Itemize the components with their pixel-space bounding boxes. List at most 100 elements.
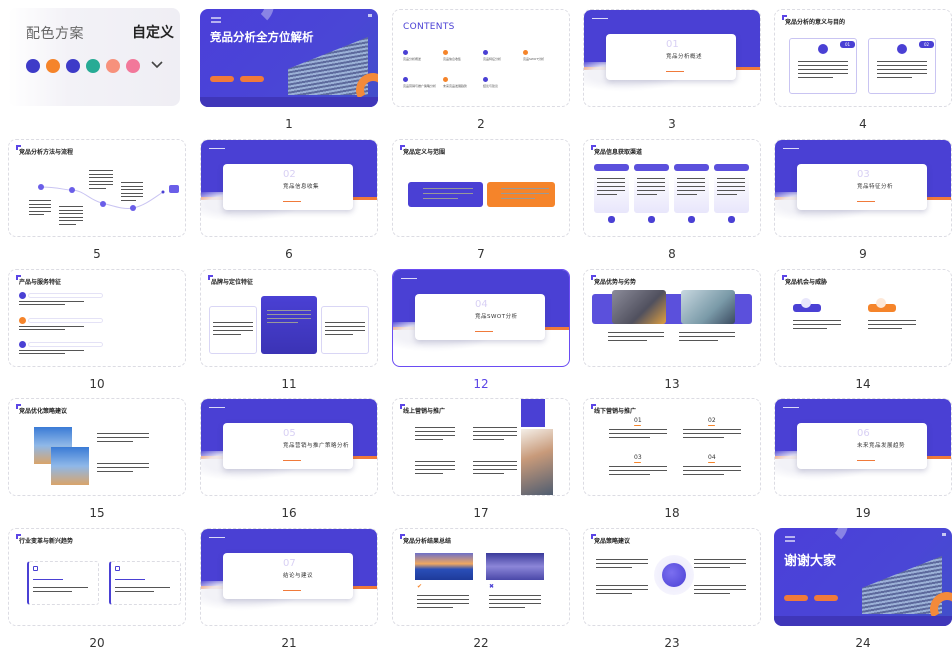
- contents-item-label: 竞品SWOT分析: [523, 57, 545, 61]
- slide-thumbnail-14[interactable]: 竞品机会与威胁: [774, 269, 952, 367]
- text-line: [89, 184, 113, 186]
- text-line: [29, 207, 51, 209]
- text-line: [473, 439, 504, 441]
- text-line: [694, 563, 746, 565]
- text-line: [597, 194, 617, 196]
- text-line: [89, 177, 113, 179]
- text-line: [597, 190, 625, 192]
- slide-thumbnail-16[interactable]: 05 竞品营销与推广策略分析: [200, 398, 378, 496]
- slide-thumbnail-10[interactable]: 产品与服务特征: [8, 269, 186, 367]
- step-node: [161, 190, 165, 194]
- slide-thumbnail-15[interactable]: 竞品优化策略建议: [8, 398, 186, 496]
- text-line: [677, 178, 705, 180]
- slide-thumbnail-19[interactable]: 06 未来竞品发展趋势: [774, 398, 952, 496]
- text-line: [473, 465, 517, 467]
- text-line: [29, 210, 51, 212]
- slide-thumbnail-9[interactable]: 03 竞品特征分析: [774, 139, 952, 237]
- section-number: 06: [857, 428, 870, 439]
- channel-icon: [608, 216, 615, 223]
- slide-thumbnail-1[interactable]: 竞品分析全方位解析: [200, 9, 378, 107]
- text-line: [89, 173, 113, 175]
- slide-thumbnail-11[interactable]: 品牌与定位特征: [200, 269, 378, 367]
- text-line: [717, 190, 745, 192]
- slide-thumbnail-6[interactable]: 02 竞品信息收集: [200, 139, 378, 237]
- sunset-photo: [415, 553, 473, 580]
- text-line: [473, 469, 517, 471]
- section-card: 07 结论与建议: [223, 553, 353, 599]
- contents-item-icon: [483, 50, 488, 55]
- text-line: [97, 441, 134, 443]
- text-line: [694, 559, 746, 561]
- slide-number: 18: [664, 506, 680, 520]
- slide-title: 竞品机会与威胁: [785, 279, 828, 286]
- text-line: [121, 189, 143, 191]
- text-line: [683, 433, 741, 435]
- slide-thumbnail-3[interactable]: 01 竞品分析概述: [583, 9, 761, 107]
- color-swatch-3[interactable]: [66, 59, 80, 73]
- slide-thumbnail-18[interactable]: 线下营销与推广 01 02 03 04: [583, 398, 761, 496]
- decorative-arc: [228, 9, 274, 27]
- chevron-down-icon[interactable]: [149, 56, 165, 72]
- title-underline: [666, 71, 684, 72]
- step-underline: [634, 425, 641, 426]
- text-line: [877, 65, 927, 67]
- section-title: 竞品分析概述: [666, 54, 703, 60]
- slide-number: 10: [89, 377, 105, 391]
- header-line: [592, 18, 608, 19]
- slide-thumbnail-23[interactable]: 竞品策略建议: [583, 528, 761, 626]
- text-line: [415, 431, 455, 433]
- color-swatch-1[interactable]: [26, 59, 40, 73]
- text-line: [501, 198, 535, 200]
- text-line: [489, 603, 541, 605]
- slide-thumbnail-17[interactable]: 线上营销与推广: [392, 398, 570, 496]
- slide-number: 21: [281, 636, 297, 650]
- text-line: [19, 301, 84, 303]
- color-swatch-4[interactable]: [86, 59, 100, 73]
- text-line: [793, 320, 841, 322]
- section-title: 竞品SWOT分析: [475, 314, 518, 320]
- section-number: 01: [666, 39, 679, 50]
- text-line: [694, 585, 746, 587]
- slide-thumbnail-20[interactable]: 行业变革与新兴趋势: [8, 528, 186, 626]
- card-icon: [897, 44, 907, 54]
- slide-thumbnail-21[interactable]: 07 结论与建议: [200, 528, 378, 626]
- text-line: [679, 336, 735, 338]
- color-swatch-6[interactable]: [126, 59, 140, 73]
- logo-icon: [211, 17, 221, 23]
- slide-thumbnail-4[interactable]: 竞品分析的意义与目的 01 02: [774, 9, 952, 107]
- text-line: [213, 326, 253, 328]
- custom-button[interactable]: 自定义: [132, 22, 174, 42]
- text-line: [596, 567, 633, 569]
- title-underline: [857, 201, 875, 202]
- logo-icon: [785, 536, 795, 542]
- slide-thumbnail-13[interactable]: 竞品优势与劣势: [583, 269, 761, 367]
- text-line: [121, 185, 143, 187]
- definition-card: [408, 182, 483, 207]
- slide-thumbnail-12[interactable]: 04 竞品SWOT分析: [392, 269, 570, 367]
- text-line: [608, 332, 664, 334]
- slide-thumbnail-8[interactable]: 竞品信息获取渠道: [583, 139, 761, 237]
- slide-thumbnail-2[interactable]: CONTENTS 竞品分析概述 竞品信息收集 竞品特征分析 竞品SWOT分析 竞品营销与推…: [392, 9, 570, 107]
- slide-thumbnail-5[interactable]: 竞品分析方法与流程: [8, 139, 186, 237]
- text-line: [694, 589, 746, 591]
- bottom-band: [774, 616, 952, 626]
- slide-number: 9: [859, 247, 867, 261]
- slide-thumbnail-24[interactable]: 谢谢大家: [774, 528, 952, 626]
- step-underline: [708, 462, 715, 463]
- contents-item-icon: [403, 50, 408, 55]
- slide-thumbnail-22[interactable]: 竞品分析结果总结 ✔ ✖: [392, 528, 570, 626]
- contents-item-label: 竞品分析概述: [403, 57, 422, 61]
- text-line: [677, 190, 705, 192]
- slide-number: 17: [473, 506, 489, 520]
- slide-title: 竞品优势与劣势: [594, 279, 637, 286]
- text-line: [793, 324, 841, 326]
- color-swatch-2[interactable]: [46, 59, 60, 73]
- slide-thumbnail-7[interactable]: 竞品定义与范围: [392, 139, 570, 237]
- card-badge: 02: [919, 41, 934, 48]
- text-line: [415, 469, 455, 471]
- text-line: [694, 567, 731, 569]
- color-swatch-5[interactable]: [106, 59, 120, 73]
- slide-title: 品牌与定位特征: [211, 279, 254, 286]
- text-line: [97, 433, 149, 435]
- feature-bar: [28, 318, 103, 323]
